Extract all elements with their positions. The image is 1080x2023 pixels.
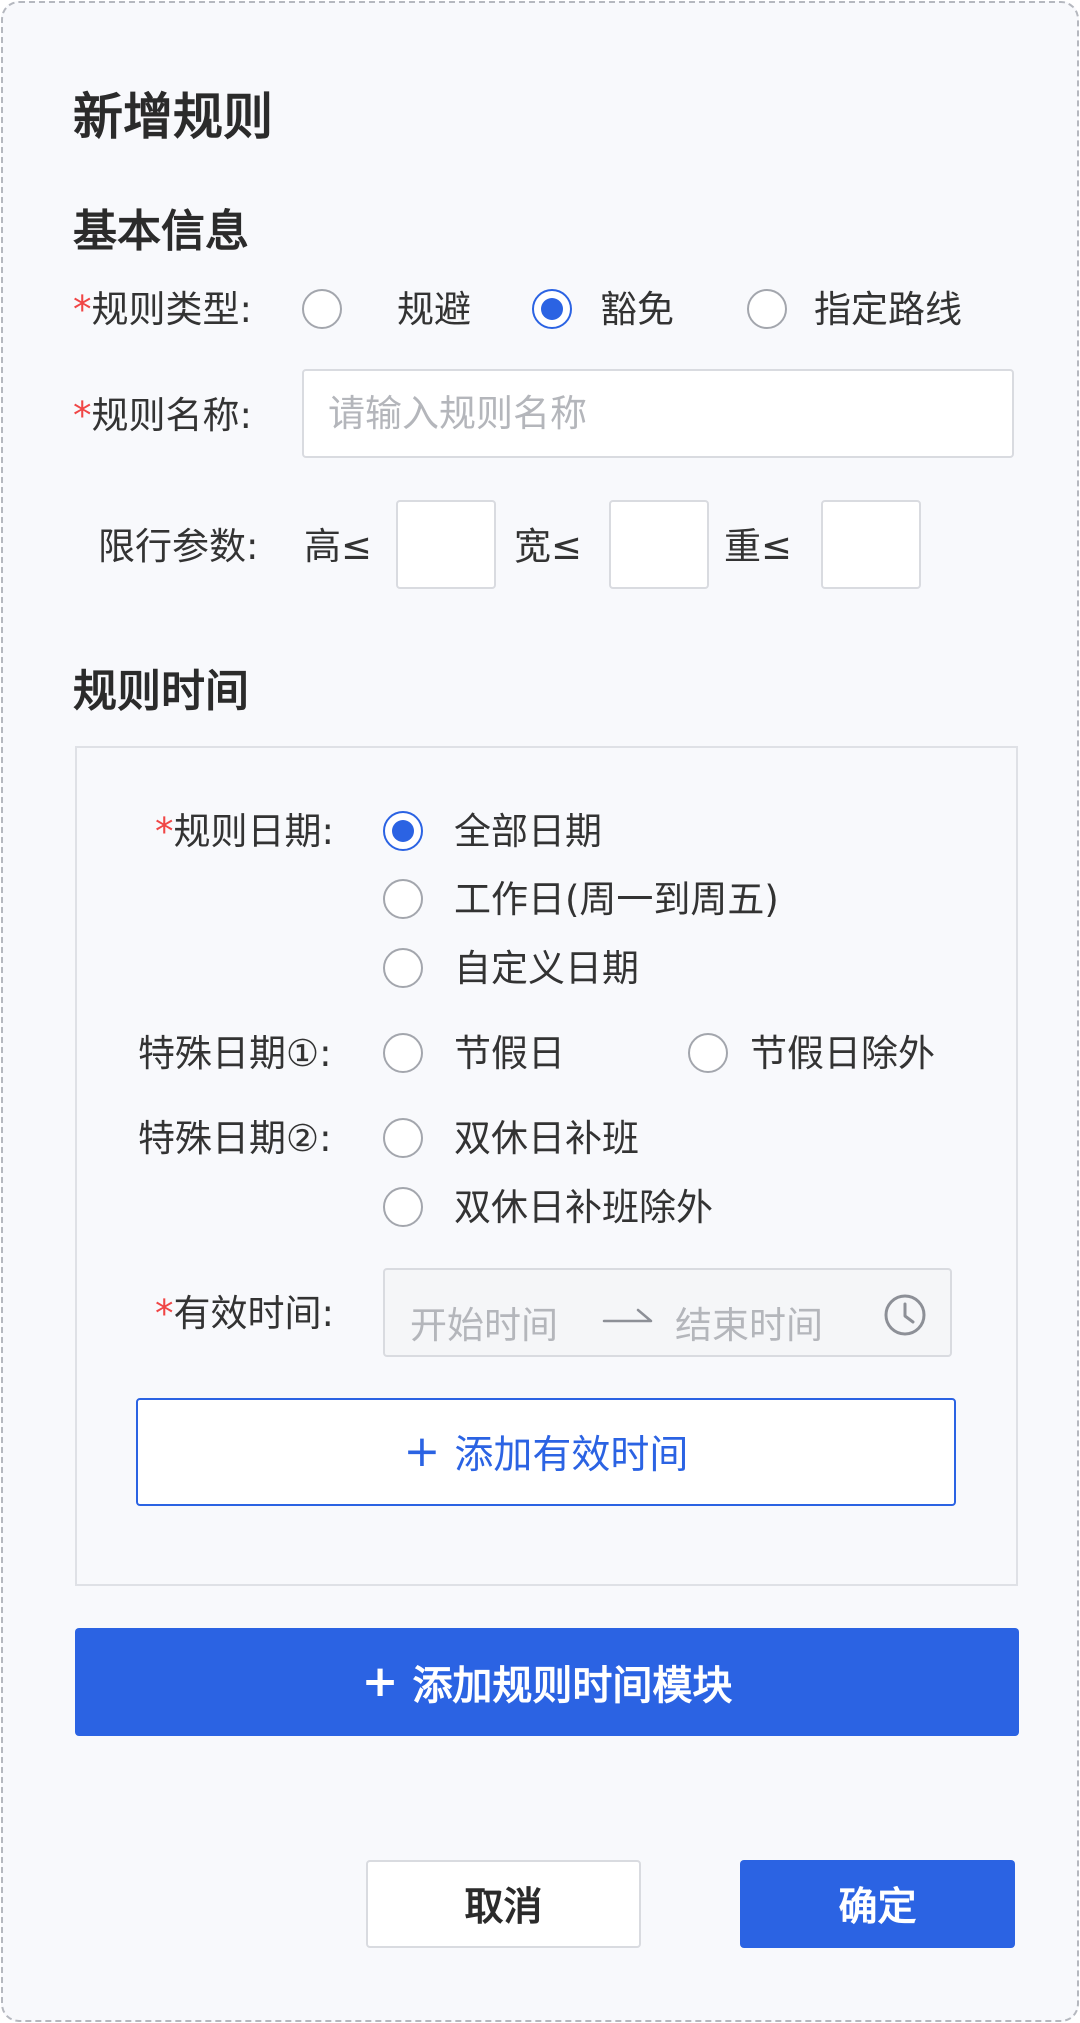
rule-date-option-all[interactable]: 全部日期 (454, 813, 602, 850)
end-time-placeholder[interactable]: 结束时间 (675, 1295, 823, 1349)
width-limit-label: 宽≤ (514, 525, 583, 568)
rule-date-radio-custom[interactable] (383, 948, 423, 988)
cancel-button[interactable]: 取消 (366, 1860, 641, 1948)
width-limit-field[interactable] (609, 500, 709, 589)
rule-type-label-row: *规则类型: (73, 291, 252, 328)
long-arrow-right-icon (602, 1308, 653, 1323)
special-date-1-option-holiday[interactable]: 节假日 (454, 1035, 565, 1072)
plus-icon: + (403, 1426, 441, 1477)
special-date-1-label: 特殊日期①: (138, 1032, 332, 1075)
add-valid-time-label: 添加有效时间 (454, 1433, 689, 1478)
width-limit-input[interactable] (611, 502, 707, 587)
height-limit-label: 高≤ (304, 525, 373, 568)
special-date-2-option-except-makeup[interactable]: 双休日补班除外 (454, 1189, 713, 1226)
weight-limit-field[interactable] (821, 500, 921, 589)
special-date-1-option-except-holiday[interactable]: 节假日除外 (750, 1035, 935, 1072)
rule-name-label-row: *规则名称: (73, 397, 252, 434)
rule-type-option-avoid[interactable]: 规避 (397, 291, 471, 328)
rule-type-option-route[interactable]: 指定路线 (814, 291, 962, 328)
plus-icon: + (361, 1656, 399, 1707)
rule-type-option-exempt[interactable]: 豁免 (600, 291, 674, 328)
required-mark: * (155, 810, 174, 853)
required-mark: * (73, 288, 92, 331)
rule-type-radio-avoid[interactable] (302, 289, 342, 329)
rule-time-heading: 规则时间 (73, 666, 249, 717)
rule-type-label: 规则类型: (91, 288, 252, 331)
rule-date-radio-all[interactable] (383, 811, 423, 851)
weight-limit-label: 重≤ (724, 525, 793, 568)
rule-type-radio-exempt[interactable] (532, 289, 572, 329)
special-date-2-radio-makeup[interactable] (383, 1118, 423, 1158)
rule-date-option-custom[interactable]: 自定义日期 (454, 950, 639, 987)
rule-date-label-row: *规则日期: (155, 813, 334, 850)
valid-time-label: 有效时间: (173, 1292, 334, 1335)
required-mark: * (155, 1292, 174, 1335)
rule-type-radio-route[interactable] (747, 289, 787, 329)
rule-name-field[interactable] (302, 369, 1014, 458)
start-time-placeholder[interactable]: 开始时间 (410, 1295, 558, 1349)
dialog-title: 新增规则 (73, 88, 273, 146)
confirm-button[interactable]: 确定 (740, 1860, 1015, 1948)
rule-date-radio-workday[interactable] (383, 879, 423, 919)
add-rule-dialog: 新增规则 基本信息 *规则类型: 规避 豁免 指定路线 *规则名称: 限行参数:… (1, 1, 1079, 2022)
limit-params-label: 限行参数: (98, 525, 259, 568)
special-date-2-label: 特殊日期②: (138, 1117, 332, 1160)
height-limit-field[interactable] (396, 500, 496, 589)
rule-name-label: 规则名称: (91, 394, 252, 437)
valid-time-label-row: *有效时间: (155, 1295, 334, 1332)
add-rule-time-module-label: 添加规则时间模块 (412, 1663, 733, 1709)
required-mark: * (73, 394, 92, 437)
rule-date-option-workday[interactable]: 工作日(周一到周五) (454, 881, 779, 918)
rule-name-input[interactable] (304, 371, 1012, 456)
weight-limit-input[interactable] (823, 502, 919, 587)
clock-icon[interactable] (882, 1292, 928, 1338)
add-valid-time-button[interactable]: + 添加有效时间 (136, 1398, 956, 1506)
special-date-2-option-makeup[interactable]: 双休日补班 (454, 1120, 639, 1157)
rule-date-label: 规则日期: (173, 810, 334, 853)
add-rule-time-module-button[interactable]: + 添加规则时间模块 (75, 1628, 1019, 1736)
basic-info-heading: 基本信息 (73, 206, 249, 257)
special-date-2-radio-except-makeup[interactable] (383, 1187, 423, 1227)
height-limit-input[interactable] (398, 502, 494, 587)
special-date-1-radio-holiday[interactable] (383, 1033, 423, 1073)
valid-time-range-picker[interactable]: 开始时间 结束时间 (383, 1268, 952, 1357)
special-date-1-radio-except-holiday[interactable] (688, 1033, 728, 1073)
